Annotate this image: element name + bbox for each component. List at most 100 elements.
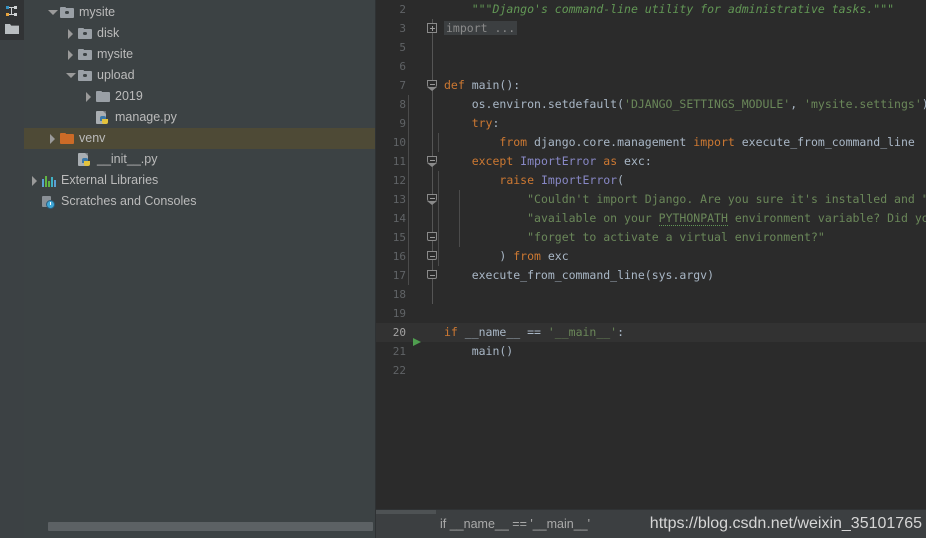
fold-gutter[interactable] — [426, 209, 438, 228]
tree-item-init-py[interactable]: __init__.py — [24, 149, 376, 170]
code-line[interactable]: 14 "available on your PYTHONPATH environ… — [376, 209, 926, 228]
fold-collapse-icon[interactable] — [427, 270, 437, 279]
fold-gutter[interactable] — [426, 228, 438, 247]
project-folder-icon[interactable] — [4, 21, 20, 37]
fold-gutter[interactable] — [426, 247, 438, 266]
code-line[interactable]: 18 — [376, 285, 926, 304]
code-line[interactable]: 12 raise ImportError( — [376, 171, 926, 190]
module-folder-icon — [77, 26, 93, 42]
fold-gutter[interactable] — [426, 95, 438, 114]
project-horizontal-scrollbar-thumb[interactable] — [48, 522, 373, 531]
fold-gutter[interactable] — [426, 57, 438, 76]
code-token: ( — [617, 173, 625, 187]
code-editor[interactable]: 2 """Django's command-line utility for a… — [376, 0, 926, 538]
fold-gutter[interactable] — [426, 38, 438, 57]
code-text[interactable]: if __name__ == '__main__': — [438, 323, 926, 342]
chevron-right-icon[interactable] — [28, 170, 41, 191]
code-line[interactable]: 15 "forget to activate a virtual environ… — [376, 228, 926, 247]
fold-collapse-icon[interactable] — [427, 232, 437, 241]
code-line[interactable]: 7 def main(): — [376, 76, 926, 95]
code-line[interactable]: 21 main() — [376, 342, 926, 361]
line-number: 22 — [392, 364, 406, 377]
code-line[interactable]: 2 """Django's command-line utility for a… — [376, 0, 926, 19]
code-line[interactable]: 13 "Couldn't import Django. Are you sure… — [376, 190, 926, 209]
line-number: 20 — [392, 326, 406, 339]
code-line[interactable]: 22 — [376, 361, 926, 380]
project-horizontal-scrollbar[interactable] — [24, 520, 376, 532]
tree-arrow-spacer — [82, 107, 95, 128]
fold-collapse-icon[interactable] — [427, 194, 437, 205]
code-token: import — [693, 135, 742, 149]
code-line[interactable]: 19 — [376, 304, 926, 323]
tree-item-scratches-and-consoles[interactable]: Scratches and Consoles — [24, 191, 376, 212]
fold-gutter[interactable] — [426, 152, 438, 171]
tree-item-upload[interactable]: upload — [24, 65, 376, 86]
fold-collapse-icon[interactable] — [427, 156, 437, 167]
code-text[interactable]: "available on your PYTHONPATH environmen… — [408, 209, 926, 228]
code-line[interactable]: 6 — [376, 57, 926, 76]
chevron-down-icon[interactable] — [46, 2, 59, 23]
tree-item-mysite[interactable]: mysite — [24, 2, 376, 23]
code-text[interactable]: raise ImportError( — [408, 171, 926, 190]
code-text[interactable]: execute_from_command_line(sys.argv) — [408, 266, 926, 285]
code-line[interactable]: 17 execute_from_command_line(sys.argv) — [376, 266, 926, 285]
code-line[interactable]: 16 ) from exc — [376, 247, 926, 266]
code-line[interactable]: 3 import ... — [376, 19, 926, 38]
fold-gutter[interactable] — [426, 133, 438, 152]
code-text[interactable]: import ... — [438, 19, 926, 38]
fold-region-line — [431, 95, 433, 114]
code-lines-container[interactable]: 2 """Django's command-line utility for a… — [376, 0, 926, 510]
fold-gutter[interactable] — [426, 190, 438, 209]
fold-gutter[interactable] — [426, 171, 438, 190]
tree-item-venv[interactable]: venv — [24, 128, 376, 149]
code-line[interactable]: 10 from django.core.management import ex… — [376, 133, 926, 152]
chevron-right-icon[interactable] — [46, 128, 59, 149]
tree-item-label: __init__.py — [97, 152, 158, 166]
chevron-right-icon[interactable] — [64, 23, 77, 44]
fold-region-line — [431, 38, 433, 57]
code-line[interactable]: 9 try: — [376, 114, 926, 133]
code-text[interactable]: os.environ.setdefault('DJANGO_SETTINGS_M… — [408, 95, 926, 114]
code-text[interactable]: except ImportError as exc: — [408, 152, 926, 171]
code-text[interactable]: def main(): — [438, 76, 926, 95]
breadcrumb[interactable]: if __name__ == '__main__' — [440, 510, 590, 538]
editor-horizontal-scrollbar[interactable] — [376, 510, 436, 514]
tree-item-external-libraries[interactable]: External Libraries — [24, 170, 376, 191]
indent-guide — [408, 114, 409, 133]
code-text[interactable]: main() — [438, 342, 926, 361]
fold-gutter — [426, 342, 438, 361]
chevron-down-icon[interactable] — [64, 65, 77, 86]
fold-gutter — [426, 0, 438, 19]
code-line[interactable]: 8 os.environ.setdefault('DJANGO_SETTINGS… — [376, 95, 926, 114]
code-text[interactable]: from django.core.management import execu… — [408, 133, 926, 152]
tree-item-manage-py[interactable]: manage.py — [24, 107, 376, 128]
line-number: 19 — [392, 307, 406, 320]
fold-expand-icon[interactable] — [427, 23, 437, 33]
code-line[interactable]: 11 except ImportError as exc: — [376, 152, 926, 171]
code-line[interactable]: 5 — [376, 38, 926, 57]
code-text[interactable]: try: — [408, 114, 926, 133]
code-text[interactable]: """Django's command-line utility for adm… — [438, 0, 926, 19]
fold-gutter[interactable] — [426, 76, 438, 95]
fold-gutter[interactable] — [426, 266, 438, 285]
fold-gutter[interactable] — [426, 114, 438, 133]
code-text[interactable]: "forget to activate a virtual environmen… — [408, 228, 926, 247]
fold-collapse-icon[interactable] — [427, 251, 437, 260]
fold-collapse-icon[interactable] — [427, 80, 437, 91]
structure-icon[interactable] — [4, 3, 20, 19]
code-text[interactable]: ) from exc — [408, 247, 926, 266]
chevron-right-icon[interactable] — [64, 44, 77, 65]
code-token: 'mysite.settings' — [804, 97, 922, 111]
fold-gutter[interactable] — [426, 285, 438, 304]
module-folder-icon — [77, 68, 93, 84]
code-line[interactable]: 20 if __name__ == '__main__': — [376, 323, 926, 346]
project-tree[interactable]: mysite disk mysite upload 2019 manage.py venv _… — [24, 0, 376, 212]
tree-item-disk[interactable]: disk — [24, 23, 376, 44]
code-text[interactable]: "Couldn't import Django. Are you sure it… — [408, 190, 926, 209]
tree-item-2019[interactable]: 2019 — [24, 86, 376, 107]
fold-gutter[interactable] — [426, 19, 438, 38]
tree-item-mysite[interactable]: mysite — [24, 44, 376, 65]
chevron-right-icon[interactable] — [82, 86, 95, 107]
